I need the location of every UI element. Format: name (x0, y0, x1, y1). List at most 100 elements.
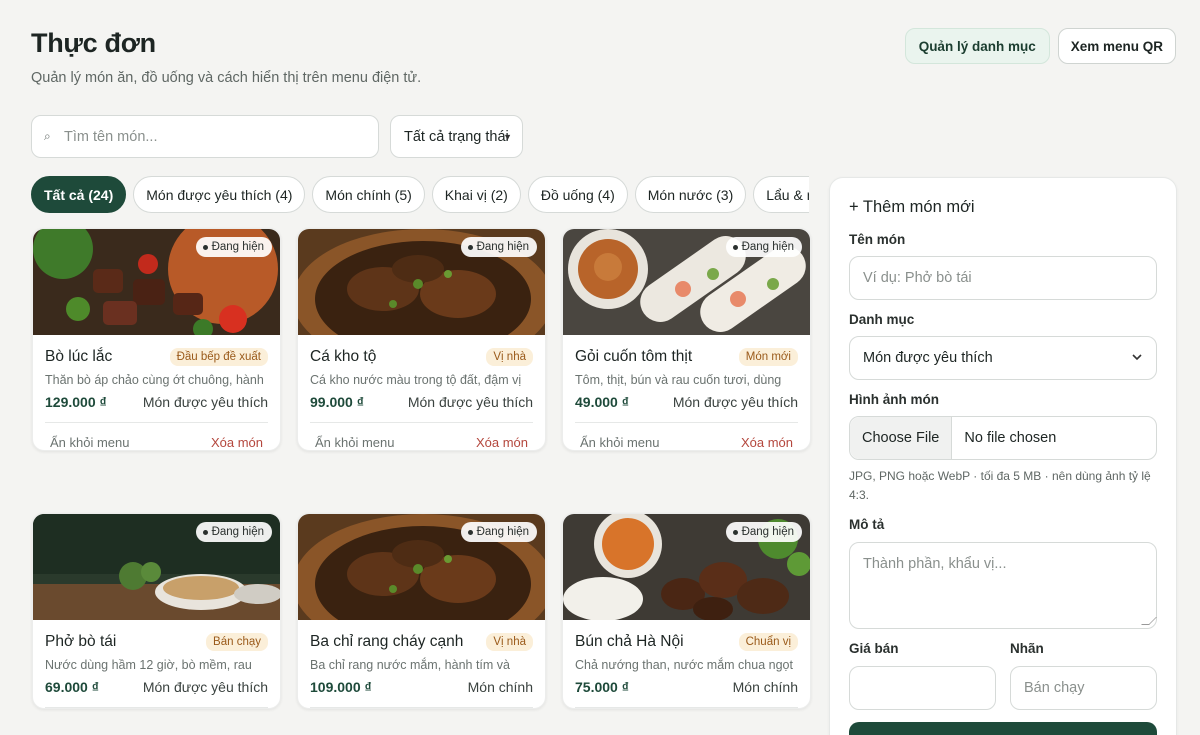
status-badge: Đang hiện (460, 237, 537, 257)
image-file-input[interactable]: Choose File No file chosen (849, 416, 1157, 460)
status-filter-value: Tất cả trạng thái (404, 128, 509, 145)
file-status: No file chosen (964, 430, 1057, 446)
dish-tag: Món mới (738, 348, 798, 366)
delete-dish-button[interactable]: Xóa món (741, 435, 793, 450)
chevron-down-icon (1132, 354, 1142, 361)
image-label: Hình ảnh món (849, 392, 939, 407)
header-actions: Quản lý danh mục Xem menu QR (904, 28, 1176, 64)
dish-card: Đang hiện Bò lúc lắc Đầu bếp đề xuất Thă… (32, 228, 281, 451)
dish-description: Ba chỉ rang nước mắm, hành tím và tiêu x… (310, 658, 510, 672)
status-label: Đang hiện (741, 241, 794, 253)
dish-name: Gỏi cuốn tôm thịt (575, 348, 693, 365)
resize-handle-icon[interactable] (1141, 617, 1157, 625)
chip-soups[interactable]: Món nước (3) (634, 176, 747, 213)
dish-price: 49.000 ₫ (575, 394, 629, 410)
dish-name: Ba chỉ rang cháy cạnh (310, 633, 464, 650)
dish-card: Đang hiện Bún chả Hà Nội Chuẩn vị Chả nư… (562, 513, 811, 709)
page-subtitle: Quản lý món ăn, đồ uống và cách hiển thị… (31, 70, 422, 86)
badge-input[interactable]: Bán chạy (1010, 666, 1157, 710)
category-select[interactable]: Món được yêu thích (849, 336, 1157, 380)
status-label: Đang hiện (211, 241, 264, 253)
choose-file-button[interactable]: Choose File (850, 417, 953, 459)
status-badge: Đang hiện (725, 522, 802, 542)
dish-description: Chả nướng than, nước mắm chua ngọt và ra… (575, 658, 793, 672)
dish-tag: Vị nhà (486, 348, 533, 366)
dish-description: Nước dùng hầm 12 giờ, bò mềm, rau thơm t… (45, 658, 252, 672)
dish-price: 129.000 ₫ (45, 394, 107, 410)
delete-dish-button[interactable]: Xóa món (211, 435, 263, 450)
chip-drinks[interactable]: Đồ uống (4) (527, 176, 628, 213)
dish-price: 75.000 ₫ (575, 679, 629, 695)
dish-card: Đang hiện Ba chỉ rang cháy cạnh Vị nhà B… (297, 513, 546, 709)
description-placeholder: Thành phần, khẩu vị... (863, 556, 1007, 572)
price-input[interactable] (849, 666, 996, 710)
chip-all[interactable]: Tất cả (24) (31, 176, 127, 213)
manage-categories-button[interactable]: Quản lý danh mục (904, 28, 1050, 64)
dish-name: Cá kho tộ (310, 348, 377, 365)
search-box[interactable]: ⌕ (31, 115, 379, 158)
search-input[interactable] (64, 128, 364, 145)
status-label: Đang hiện (741, 526, 794, 538)
view-qr-menu-button[interactable]: Xem menu QR (1057, 28, 1176, 64)
dish-tag: Vị nhà (486, 633, 533, 651)
chip-hotpot[interactable]: Lẩu & món chia (753, 176, 809, 213)
panel-title: + Thêm món mới (849, 198, 975, 216)
status-badge: Đang hiện (195, 522, 272, 542)
dish-category: Món được yêu thích (672, 394, 798, 410)
status-dot-icon (202, 529, 208, 535)
status-badge: Đang hiện (460, 522, 537, 542)
status-badge: Đang hiện (725, 237, 802, 257)
submit-button[interactable] (849, 722, 1157, 735)
status-label: Đang hiện (476, 526, 529, 538)
category-chips: Tất cả (24) Món được yêu thích (4) Món c… (31, 176, 809, 214)
dish-price: 69.000 ₫ (45, 679, 99, 695)
chip-favorites[interactable]: Món được yêu thích (4) (133, 176, 306, 213)
chevron-down-icon: ▼ (503, 131, 512, 142)
price-label: Giá bán (849, 641, 899, 656)
delete-dish-button[interactable]: Xóa món (476, 435, 528, 450)
hide-from-menu-button[interactable]: Ẩn khỏi menu (580, 435, 660, 450)
hide-from-menu-button[interactable]: Ẩn khỏi menu (315, 435, 395, 450)
dish-image: Đang hiện (563, 514, 810, 620)
status-label: Đang hiện (476, 241, 529, 253)
name-label: Tên món (849, 232, 906, 247)
status-dot-icon (467, 244, 473, 250)
search-icon: ⌕ (44, 129, 51, 143)
description-label: Mô tả (849, 517, 885, 532)
badge-label: Nhãn (1010, 641, 1044, 656)
category-select-value: Món được yêu thích (863, 350, 993, 366)
dish-tag: Chuẩn vị (738, 633, 798, 651)
dish-card: Đang hiện Phở bò tái Bán chạy Nước dùng … (32, 513, 281, 709)
page-title: Thực đơn (31, 28, 156, 58)
dish-description: Tôm, thịt, bún và rau cuốn tươi, dùng kè… (575, 373, 782, 387)
hide-from-menu-button[interactable]: Ẩn khỏi menu (50, 435, 130, 450)
dish-card: Đang hiện Cá kho tộ Vị nhà Cá kho nước m… (297, 228, 546, 451)
dish-category: Món được yêu thích (142, 679, 268, 695)
status-dot-icon (202, 244, 208, 250)
dish-name-input[interactable]: Ví dụ: Phở bò tái (849, 256, 1157, 300)
chip-main-dishes[interactable]: Món chính (5) (312, 176, 425, 213)
dish-image: Đang hiện (33, 514, 280, 620)
status-badge: Đang hiện (195, 237, 272, 257)
status-dot-icon (732, 529, 738, 535)
status-filter-select[interactable]: Tất cả trạng thái ▼ (390, 115, 523, 158)
description-textarea[interactable]: Thành phần, khẩu vị... (849, 542, 1157, 629)
divider (310, 707, 533, 708)
dish-tag: Đầu bếp đề xuất (169, 348, 268, 366)
status-dot-icon (467, 529, 473, 535)
dish-card: Đang hiện Gỏi cuốn tôm thịt Món mới Tôm,… (562, 228, 811, 451)
dish-description: Cá kho nước màu trong tộ đất, đậm vị tiê… (310, 373, 522, 387)
dish-image: Đang hiện (563, 229, 810, 335)
dish-category: Món chính (732, 679, 798, 695)
divider (575, 707, 798, 708)
dish-name: Bún chả Hà Nội (575, 633, 684, 650)
dish-name: Bò lúc lắc (45, 348, 113, 365)
add-dish-panel: + Thêm món mới Tên món Ví dụ: Phở bò tái… (829, 177, 1177, 735)
dish-image: Đang hiện (33, 229, 280, 335)
dish-category: Món được yêu thích (407, 394, 533, 410)
dish-image: Đang hiện (298, 229, 545, 335)
dish-tag: Bán chạy (206, 633, 268, 651)
chip-appetizers[interactable]: Khai vị (2) (431, 176, 521, 213)
category-label: Danh mục (849, 312, 915, 327)
dish-category: Món được yêu thích (142, 394, 268, 410)
